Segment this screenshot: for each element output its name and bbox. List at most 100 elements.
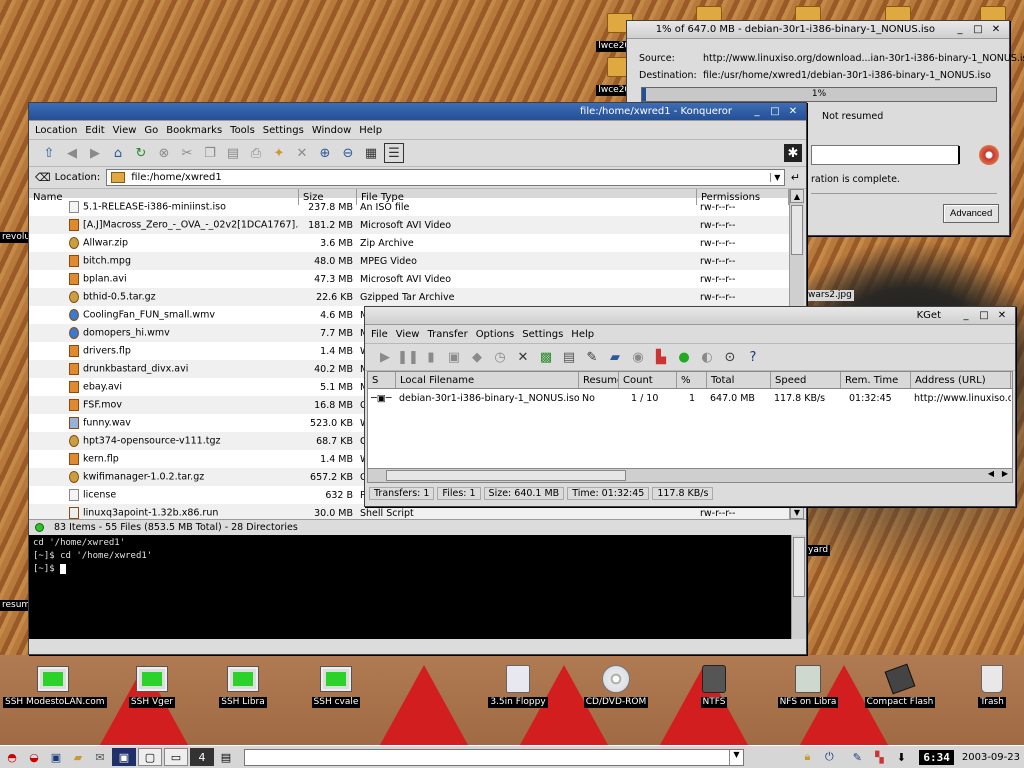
desktop-icon-ssh-vger[interactable]: SSH Vger [102,664,202,708]
transfer-list-hscrollbar[interactable]: ◀ ▶ [368,468,1012,482]
table-row[interactable]: Allwar.zip 3.6 MB Zip Archive rw-r--r-- [29,234,789,252]
print-icon[interactable]: ⎙ [246,143,266,163]
menu-edit[interactable]: Edit [85,125,104,136]
log-icon[interactable]: ▙ [651,347,671,367]
menu-help[interactable]: Help [359,125,382,136]
desktop-icon-cdrom[interactable]: CD/DVD-ROM [566,664,666,708]
redhat-menu-icon[interactable]: ◓ [2,748,22,766]
stop-icon[interactable]: ⊗ [154,143,174,163]
close-icon[interactable]: ✕ [995,310,1009,321]
folder-launcher-icon[interactable]: ▰ [68,748,88,766]
table-row[interactable]: bplan.avi 47.3 MB Microsoft AVI Video rw-r-… [29,270,789,288]
scroll-left-icon[interactable]: ◀ [984,469,998,482]
paste-icon[interactable]: ▤ [223,143,243,163]
transfer-row[interactable]: ─▣─ debian-30r1-i386-binary-1_NONUS.iso … [368,389,1012,407]
open-transfer-icon[interactable]: ▩ [536,347,556,367]
konqueror-titlebar[interactable]: file:/home/xwred1 - Konqueror _ □ ✕ [29,103,806,121]
chevron-down-icon[interactable]: ▼ [729,749,743,765]
copy-icon[interactable]: ❐ [200,143,220,163]
clear-location-icon[interactable]: ⌫ [35,171,51,184]
scroll-up-icon[interactable]: ▲ [790,189,804,203]
table-row[interactable]: bitch.mpg 48.0 MB MPEG Video rw-r--r-- [29,252,789,270]
desktop-icon-nfs-libra[interactable]: NFS on Libra [758,664,858,708]
table-row[interactable]: bthid-0.5.tar.gz 22.6 KB Gzipped Tar Archi… [29,288,789,306]
menu-view[interactable]: View [113,125,137,136]
progress-titlebar[interactable]: 1% of 647.0 MB - debian-30r1-i386-binary… [627,21,1009,39]
go-icon[interactable]: ↵ [791,171,800,184]
expert-mode-icon[interactable]: ⊙ [720,347,740,367]
close-icon[interactable]: ✕ [786,106,800,117]
delete-icon[interactable]: ✕ [513,347,533,367]
minimize-icon[interactable]: _ [750,106,764,117]
desktop-icon-floppy[interactable]: 3.5in Floppy [468,664,568,708]
detail-view-icon[interactable]: ☰ [384,143,404,163]
lock-icon[interactable]: 🔒︎ [797,748,817,766]
menu-go[interactable]: Go [144,125,158,136]
timer-icon[interactable]: ◷ [490,347,510,367]
desktop-label-yard[interactable]: yard [806,545,831,556]
drop-target-icon[interactable]: ◐ [697,347,717,367]
desktop-icon-ssh-modestolan[interactable]: SSH ModestoLAN.com [3,664,107,708]
kget-menu-transfer[interactable]: Transfer [427,329,467,340]
terminal-panel[interactable]: cd '/home/xwred1' [~]$ cd '/home/xwred1'… [29,535,806,639]
table-row[interactable]: [A.J]Macross_Zero_-_OVA_-_02v2[1DCA1767]… [29,216,789,234]
location-input[interactable]: file:/home/xwred1 ▼ [106,169,785,186]
desktop-icon-compact-flash[interactable]: Compact Flash [850,663,950,708]
desktop-label-wars2[interactable]: wars2.jpg [806,290,854,301]
desktop-icon-ssh-libra[interactable]: SSH Libra [193,664,293,708]
redhat-small-icon[interactable]: ◒ [24,748,44,766]
minimize-icon[interactable]: _ [959,310,973,321]
up-arrow-icon[interactable]: ⇧ [39,143,59,163]
kget-tray-icon[interactable]: ▚ [869,748,889,766]
chevron-down-icon[interactable]: ▼ [769,173,784,182]
table-row[interactable]: 5.1-RELEASE-i386-miniinst.iso 237.8 MB An … [29,198,789,216]
minimize-icon[interactable]: _ [953,24,967,35]
mail-launcher-icon[interactable]: ✉ [90,748,110,766]
kget-titlebar[interactable]: KGet _ □ ✕ [365,307,1015,325]
menu-settings[interactable]: Settings [263,125,304,136]
back-arrow-icon[interactable]: ◀ [62,143,82,163]
open-folder-icon[interactable]: ▰ [605,347,625,367]
maximize-icon[interactable]: □ [971,24,985,35]
restart-icon[interactable]: ◆ [467,347,487,367]
desktop-icon-ntfs[interactable]: NTFS [664,664,764,708]
paste-transfer-icon[interactable]: ▤ [559,347,579,367]
scroll-right-icon[interactable]: ▶ [998,469,1012,482]
kget-menu-settings[interactable]: Settings [522,329,563,340]
kget-menu-view[interactable]: View [396,329,420,340]
zoom-out-icon[interactable]: ⊖ [338,143,358,163]
desktop-icon-ssh-cvale[interactable]: SSH cvale [286,664,386,708]
menu-location[interactable]: Location [35,125,77,136]
home-icon[interactable]: ⌂ [108,143,128,163]
help-icon[interactable]: ? [743,347,763,367]
delay-icon[interactable]: ▣ [444,347,464,367]
forward-arrow-icon[interactable]: ▶ [85,143,105,163]
menu-tools[interactable]: Tools [230,125,255,136]
cut-icon[interactable]: ✂ [177,143,197,163]
maximize-icon[interactable]: □ [977,310,991,321]
terminal-launcher-icon[interactable]: ▣ [46,748,66,766]
scroll-down-icon[interactable]: ▼ [790,505,804,519]
reload-icon[interactable]: ↻ [131,143,151,163]
menu-bookmarks[interactable]: Bookmarks [166,125,222,136]
close-icon[interactable]: ✕ [989,24,1003,35]
desktop-icon-trash[interactable]: Trash [942,664,1024,708]
desktop-3-icon[interactable]: ▭ [164,748,188,766]
new-folder-icon[interactable]: ✦ [269,143,289,163]
trash-toolbar-icon[interactable]: ✕ [292,143,312,163]
desktop-1-icon[interactable]: ▣ [112,748,136,766]
preferences-icon[interactable]: ✎ [582,347,602,367]
icon-view-icon[interactable]: ▦ [361,143,381,163]
kget-menu-file[interactable]: File [371,329,388,340]
logout-icon[interactable]: ⏻ [819,748,839,766]
kget-menu-help[interactable]: Help [571,329,594,340]
offline-icon[interactable]: ● [674,347,694,367]
download-tray-icon[interactable]: ⬇ [891,748,911,766]
maximize-icon[interactable]: □ [768,106,782,117]
play-icon[interactable]: ▶ [375,347,395,367]
zoom-in-icon[interactable]: ⊕ [315,143,335,163]
kget-menu-options[interactable]: Options [476,329,515,340]
queue-icon[interactable]: ▮ [421,347,441,367]
desktop-number[interactable]: 4 [190,748,214,766]
terminal-scrollbar[interactable] [791,535,806,639]
